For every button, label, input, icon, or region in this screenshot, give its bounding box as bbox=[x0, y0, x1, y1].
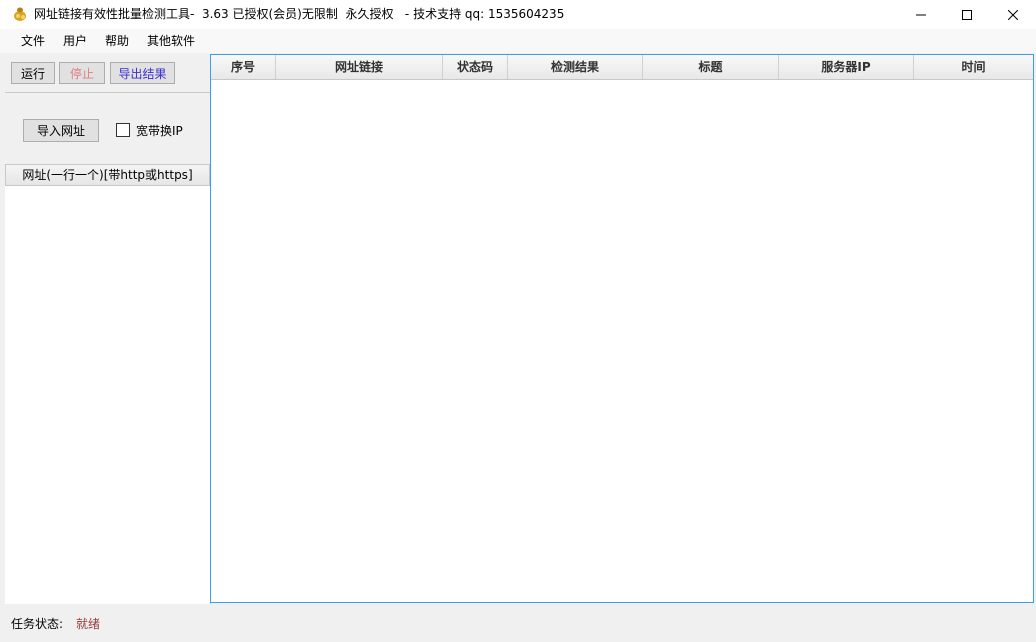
broadband-ip-checkbox[interactable] bbox=[116, 123, 130, 137]
column-header-title[interactable]: 标题 bbox=[643, 55, 779, 79]
minimize-button[interactable] bbox=[898, 0, 944, 29]
status-bar: 任务状态: 就绪 bbox=[0, 604, 1036, 642]
status-label: 任务状态: bbox=[11, 617, 64, 631]
minimize-icon bbox=[916, 14, 926, 15]
window-title: 网址链接有效性批量检测工具- 3.63 已授权(会员)无限制 永久授权 - 技术… bbox=[34, 7, 565, 21]
maximize-button[interactable] bbox=[944, 0, 990, 29]
results-table[interactable]: 序号 网址链接 状态码 检测结果 标题 服务器IP 时间 bbox=[210, 54, 1034, 603]
left-panel: 运行 停止 导出结果 导入网址 宽带换IP 网址(一行一个)[带http或htt… bbox=[5, 53, 211, 604]
url-list-header: 网址(一行一个)[带http或https] bbox=[5, 164, 210, 186]
stop-button[interactable]: 停止 bbox=[59, 62, 105, 84]
menu-bar: 文件 用户 帮助 其他软件 bbox=[0, 29, 1036, 53]
coin-bag-icon bbox=[14, 7, 26, 21]
column-header-time[interactable]: 时间 bbox=[914, 55, 1033, 79]
table-header: 序号 网址链接 状态码 检测结果 标题 服务器IP 时间 bbox=[211, 55, 1033, 80]
column-header-url[interactable]: 网址链接 bbox=[276, 55, 443, 79]
column-header-result[interactable]: 检测结果 bbox=[508, 55, 643, 79]
toolbar-divider bbox=[5, 92, 211, 93]
url-input-textarea[interactable] bbox=[5, 186, 211, 604]
import-urls-button[interactable]: 导入网址 bbox=[23, 119, 99, 142]
close-icon bbox=[1008, 9, 1018, 20]
menu-help[interactable]: 帮助 bbox=[99, 29, 135, 53]
maximize-icon bbox=[962, 9, 972, 20]
menu-file[interactable]: 文件 bbox=[15, 29, 51, 53]
run-button[interactable]: 运行 bbox=[11, 62, 55, 84]
menu-user[interactable]: 用户 bbox=[57, 29, 93, 53]
title-bar: 网址链接有效性批量检测工具- 3.63 已授权(会员)无限制 永久授权 - 技术… bbox=[0, 0, 1036, 29]
column-header-server-ip[interactable]: 服务器IP bbox=[779, 55, 914, 79]
column-header-index[interactable]: 序号 bbox=[211, 55, 276, 79]
export-results-button[interactable]: 导出结果 bbox=[110, 62, 175, 84]
menu-other-software[interactable]: 其他软件 bbox=[141, 29, 201, 53]
status-value: 就绪 bbox=[76, 617, 101, 631]
close-button[interactable] bbox=[990, 0, 1036, 29]
column-header-status-code[interactable]: 状态码 bbox=[443, 55, 508, 79]
window-edge bbox=[0, 53, 4, 604]
broadband-ip-label: 宽带换IP bbox=[136, 124, 183, 138]
